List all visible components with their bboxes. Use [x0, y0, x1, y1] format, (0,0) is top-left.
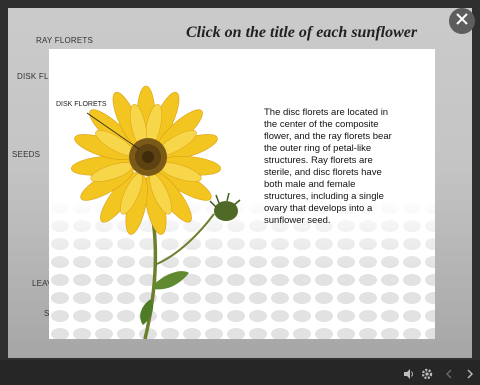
- ray-florets-link[interactable]: RAY FLORETS: [36, 36, 93, 45]
- player-footer: [0, 360, 480, 385]
- info-modal: DISK FLORETS The disc florets are locate…: [49, 49, 435, 339]
- disk-florets-label: DISK FLORETS: [56, 101, 107, 108]
- modal-description: The disc florets are located in the cent…: [264, 107, 392, 226]
- previous-button[interactable]: [443, 367, 455, 379]
- slide-title: Click on the title of each sunflower: [186, 24, 418, 41]
- close-button[interactable]: [449, 8, 475, 34]
- next-button[interactable]: [464, 367, 476, 379]
- settings-button[interactable]: [421, 367, 433, 380]
- volume-button[interactable]: [403, 367, 415, 379]
- volume-icon: [403, 367, 415, 384]
- chevron-left-icon: [443, 367, 455, 384]
- close-icon: [456, 12, 468, 30]
- chevron-right-icon: [464, 367, 476, 384]
- sunflower-illustration: [71, 85, 241, 339]
- seeds-link[interactable]: SEEDS: [12, 150, 40, 159]
- gear-icon: [421, 367, 433, 384]
